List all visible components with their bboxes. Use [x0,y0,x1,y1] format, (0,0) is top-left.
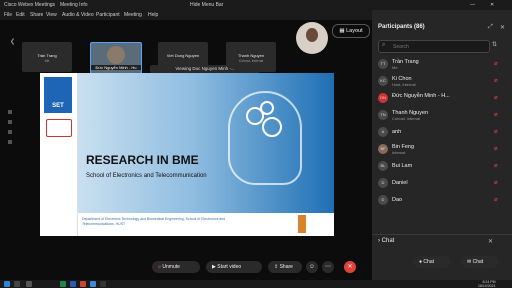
webex-icon[interactable] [100,281,106,287]
more-options-button[interactable]: ⋯ [322,261,334,273]
search-icon: ⌕ [382,42,386,48]
prev-thumbnails-icon[interactable]: ❮ [10,38,15,45]
divider [372,234,512,235]
user-icon: ● [419,259,423,265]
powerpoint-icon[interactable] [80,281,86,287]
list-item[interactable]: A anh ⌀ [378,125,508,139]
sort-icon[interactable]: ⇅ [492,41,497,48]
slide-hero: RESEARCH IN BME School of Electronics an… [78,73,334,213]
footer-logo [298,215,306,233]
search-input[interactable] [391,42,490,52]
muted-mic-icon[interactable]: ⌀ [494,60,500,68]
video-icon: ▶ [212,264,216,270]
side-toolbar [8,110,14,170]
list-item[interactable]: D Daniel ⌀ [378,176,508,190]
meeting-info-link[interactable]: Meeting Info [60,2,88,8]
leave-meeting-button[interactable]: ✕ [344,261,356,273]
chat-close-icon[interactable]: ✕ [488,238,493,245]
edge-icon[interactable] [90,281,96,287]
chat-icon: ✉ [467,259,472,265]
avatar [296,22,328,54]
unmute-button[interactable]: ⌀ Unmute [152,261,200,273]
chat-toggle-button[interactable]: ✉ Chat [462,256,498,268]
close-panel-icon[interactable]: ✕ [500,24,505,31]
school-logo: SET [44,77,72,113]
muted-mic-icon[interactable]: ⌀ [494,179,500,187]
pointer-icon[interactable] [8,120,12,124]
control-bar: ⌀ Unmute ▶ Start video ⇪ Share ☺ ⋯ ✕ [0,256,372,280]
menu-audio-video[interactable]: Audio & Video [62,12,94,18]
muted-mic-icon: ⌀ [158,264,162,270]
chat-section[interactable]: › Chat [378,238,394,244]
list-item[interactable]: KC Ki Chon Host, internal ⌀ [378,74,508,88]
clock[interactable]: 8:24 PM 18/10/2021 [478,280,496,288]
muted-mic-icon[interactable]: ⌀ [494,111,500,119]
menu-edit[interactable]: Edit [16,12,25,18]
muted-mic-icon[interactable]: ⌀ [494,128,500,136]
excel-icon[interactable] [60,281,66,287]
menu-participant[interactable]: Participant [96,12,120,18]
list-item[interactable]: DN Đức Nguyễn Minh - H... ⌀ [378,91,508,105]
app-title: Cisco Webex Meetings [4,2,56,8]
layout-icon: ▦ [339,28,345,34]
muted-mic-icon[interactable]: ⌀ [494,94,500,102]
chevron-right-icon: › [378,238,380,244]
layout-button[interactable]: ▦ Layout [332,24,370,38]
participants-panel: Participants (86) ⤢ ✕ ⌕ ⇅ TT Trần Trang … [372,10,512,288]
shared-slide: SET RESEARCH IN BME School of Electronic… [40,73,334,236]
reactions-button[interactable]: ☺ [306,261,318,273]
zoom-icon[interactable] [8,130,12,134]
slide-subtitle: School of Electronics and Telecommunicat… [86,173,207,179]
menu-view[interactable]: View [46,12,57,18]
muted-mic-icon[interactable]: ⌀ [494,196,500,204]
head-gears-graphic [228,91,302,185]
taskbar: 8:24 PM 18/10/2021 [0,280,512,288]
list-item[interactable]: TT Trần Trang Me ⌀ [378,57,508,71]
slide-left-panel: SET [40,73,78,236]
list-item[interactable]: D Dao ⌀ [378,193,508,207]
slide-footer: Department of Electronic Technology and … [78,213,334,236]
participants-toggle-button[interactable]: ● Chat [414,256,450,268]
list-item[interactable]: TN Thanh Nguyen Cohost, internal ⌀ [378,108,508,122]
viewing-label: Viewing Duc Nguyen Minh -... [150,65,260,73]
list-item[interactable]: BF Bin Feng Internal ⌀ [378,142,508,156]
list-item[interactable]: BL Bui Lam ⌀ [378,159,508,173]
search-icon[interactable] [14,281,20,287]
close-icon[interactable]: ✕ [490,2,494,8]
share-icon: ⇪ [274,264,279,270]
start-icon[interactable] [4,281,10,287]
start-video-button[interactable]: ▶ Start video [206,261,262,273]
task-view-icon[interactable] [26,281,32,287]
popout-icon[interactable]: ⤢ [488,24,493,31]
muted-mic-icon[interactable]: ⌀ [494,145,500,153]
muted-mic-icon[interactable]: ⌀ [494,77,500,85]
video-feed [107,46,125,64]
menu-share[interactable]: Share [30,12,43,18]
title-bar: Cisco Webex Meetings Meeting Info Hide M… [0,0,512,10]
muted-mic-icon[interactable]: ⌀ [494,162,500,170]
participants-header: Participants (86) [378,24,425,30]
minimize-icon[interactable]: — [470,2,475,8]
annotate-icon[interactable] [8,110,12,114]
search-field[interactable]: ⌕ [378,40,490,53]
menu-file[interactable]: File [4,12,12,18]
bme-logo [46,119,72,137]
menu-meeting[interactable]: Meeting [124,12,142,18]
word-icon[interactable] [70,281,76,287]
thumbnail[interactable]: Trần Trang Me [22,42,72,72]
menu-help[interactable]: Help [148,12,158,18]
share-button[interactable]: ⇪ Share [268,261,302,273]
slide-title: RESEARCH IN BME [86,153,199,167]
hide-menu-bar-button[interactable]: Hide Menu Bar [190,2,223,8]
thumbnail[interactable]: Đức Nguyễn Minh - Hu [90,42,142,74]
expand-icon[interactable] [8,140,12,144]
menu-bar: File Edit Share View Audio & Video Parti… [0,10,372,20]
